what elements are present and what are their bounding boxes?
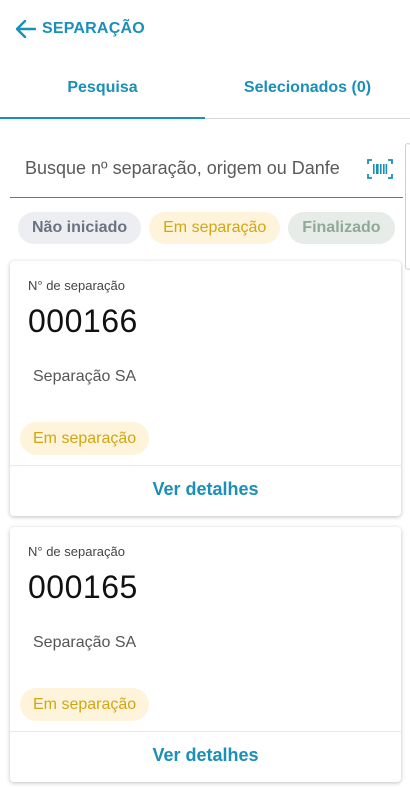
origin-text: Separação SA: [33, 634, 137, 651]
page-title: SEPARAÇÃO: [42, 20, 145, 37]
search-bar: [10, 140, 403, 198]
separation-card: N° de separação 000166 Separação SA Em s…: [10, 261, 401, 516]
scrollbar[interactable]: [405, 143, 410, 270]
barcode-icon[interactable]: [367, 158, 393, 180]
search-input[interactable]: [10, 148, 361, 189]
tab-bar: Pesquisa Selecionados (0): [0, 58, 410, 119]
filter-finalizado[interactable]: Finalizado: [288, 212, 395, 244]
filter-nao-iniciado[interactable]: Não iniciado: [18, 212, 142, 244]
status-badge: Em separação: [20, 688, 150, 721]
number-label: N° de separação: [28, 278, 125, 293]
arrow-left-icon[interactable]: [15, 18, 37, 40]
separation-number: 000165: [28, 569, 138, 605]
origin-text: Separação SA: [33, 368, 137, 385]
separation-number: 000166: [28, 303, 138, 339]
top-bar: SEPARAÇÃO: [0, 0, 410, 58]
status-badge: Em separação: [20, 422, 150, 455]
status-filters: Não iniciado Em separação Finalizado: [18, 212, 395, 244]
details-button[interactable]: Ver detalhes: [10, 732, 401, 779]
tab-pesquisa[interactable]: Pesquisa: [0, 58, 205, 119]
tab-selecionados[interactable]: Selecionados (0): [205, 58, 410, 118]
filter-em-separacao[interactable]: Em separação: [149, 212, 281, 244]
separation-card: N° de separação 000165 Separação SA Em s…: [10, 527, 401, 782]
number-label: N° de separação: [28, 544, 125, 559]
details-button[interactable]: Ver detalhes: [10, 466, 401, 513]
